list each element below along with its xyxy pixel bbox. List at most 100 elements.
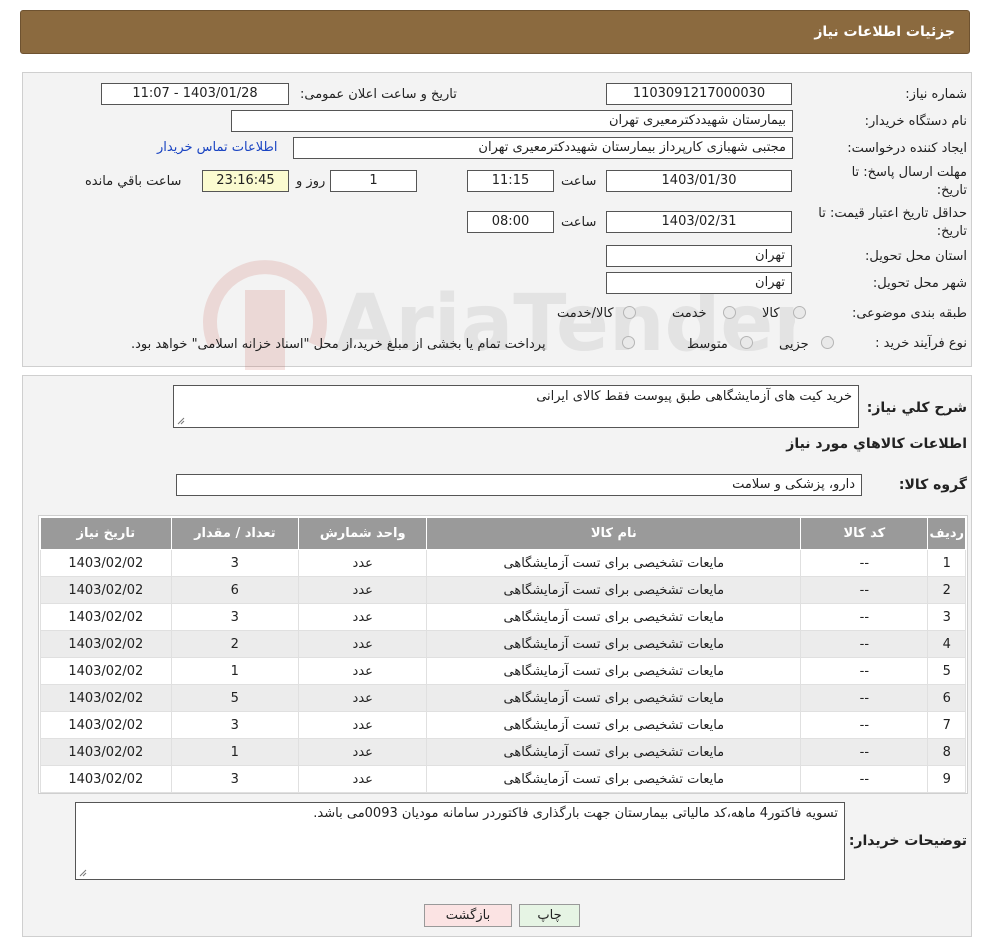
cell-item-name: مایعات تشخیصی برای تست آزمایشگاهی	[426, 549, 802, 577]
cell-item-code: --	[800, 711, 929, 739]
cell-quantity: 3	[170, 603, 300, 631]
items-table-header: رديف کد کالا نام کالا واحد شمارش تعداد /…	[40, 517, 966, 550]
cell-row-number: 9	[927, 765, 966, 793]
cell-need-date: 1403/02/02	[40, 738, 172, 766]
treasury-note: پرداخت تمام یا بخشی از مبلغ خرید،از محل …	[131, 337, 546, 352]
cell-item-code: --	[800, 630, 929, 658]
description-label: شرح کلي نياز:	[866, 400, 967, 416]
back-button[interactable]: بازگشت	[424, 904, 512, 927]
cell-unit: عدد	[297, 630, 428, 658]
col-unit: واحد شمارش	[297, 517, 428, 550]
cell-quantity: 3	[170, 765, 300, 793]
cell-need-date: 1403/02/02	[40, 576, 172, 604]
cell-need-date: 1403/02/02	[40, 684, 172, 712]
validity-label-line2: تاریخ:	[936, 224, 967, 239]
validity-label: حداقل تاریخ اعتبار قیمت: تا	[818, 206, 967, 221]
cell-item-name: مایعات تشخیصی برای تست آزمایشگاهی	[426, 657, 802, 685]
deadline-time-field: 11:15	[467, 170, 554, 192]
cell-item-code: --	[800, 738, 929, 766]
category-service-label: خدمت	[672, 306, 707, 321]
table-row: 8 -- مایعات تشخیصی برای تست آزمایشگاهی عدد 1…	[40, 738, 966, 766]
cell-item-name: مایعات تشخیصی برای تست آزمایشگاهی	[426, 711, 802, 739]
province-label: استان محل تحویل:	[865, 249, 967, 264]
cell-item-name: مایعات تشخیصی برای تست آزمایشگاهی	[426, 765, 802, 793]
items-table: رديف کد کالا نام کالا واحد شمارش تعداد /…	[40, 517, 966, 793]
cell-need-date: 1403/02/02	[40, 630, 172, 658]
cell-unit: عدد	[297, 711, 428, 739]
category-goods-service-label: کالا/خدمت	[557, 306, 614, 321]
cell-quantity: 3	[170, 549, 300, 577]
col-date: تاریخ نیاز	[40, 517, 172, 550]
goods-group-label: گروه کالا:	[898, 477, 967, 493]
announce-date-label: تاریخ و ساعت اعلان عمومی:	[300, 87, 457, 102]
cell-row-number: 1	[927, 549, 966, 577]
cell-item-name: مایعات تشخیصی برای تست آزمایشگاهی	[426, 630, 802, 658]
cell-item-code: --	[800, 684, 929, 712]
deadline-label-line2: تاریخ:	[936, 183, 967, 198]
cell-row-number: 5	[927, 657, 966, 685]
cell-unit: عدد	[297, 576, 428, 604]
process-label: نوع فرآیند خرید :	[875, 336, 967, 351]
cell-unit: عدد	[297, 765, 428, 793]
cell-quantity: 1	[170, 657, 300, 685]
validity-time-label: ساعت	[561, 215, 597, 230]
cell-unit: عدد	[297, 684, 428, 712]
need-number-field: 1103091217000030	[606, 83, 792, 105]
goods-info-title: اطلاعات کالاهاي مورد نياز	[786, 436, 967, 452]
city-label: شهر محل تحویل:	[872, 276, 967, 291]
buyer-notes-text: تسویه فاکتور4 ماهه،کد مالیاتی بیمارستان …	[313, 806, 838, 821]
cell-item-name: مایعات تشخیصی برای تست آزمایشگاهی	[426, 684, 802, 712]
cell-quantity: 2	[170, 630, 300, 658]
table-row: 2 -- مایعات تشخیصی برای تست آزمایشگاهی عدد 6…	[40, 576, 966, 604]
cell-row-number: 3	[927, 603, 966, 631]
col-qty: تعداد / مقدار	[170, 517, 300, 550]
category-goods-radio[interactable]	[793, 306, 806, 319]
print-button[interactable]: چاپ	[519, 904, 580, 927]
need-number-label: شماره نیاز:	[905, 87, 967, 102]
table-row: 3 -- مایعات تشخیصی برای تست آزمایشگاهی عدد 3…	[40, 603, 966, 631]
treasury-note-radio[interactable]	[622, 336, 635, 349]
cell-item-code: --	[800, 576, 929, 604]
process-medium-label: متوسط	[687, 337, 728, 352]
cell-unit: عدد	[297, 603, 428, 631]
table-row: 9 -- مایعات تشخیصی برای تست آزمایشگاهی عدد 3…	[40, 765, 966, 793]
cell-unit: عدد	[297, 738, 428, 766]
category-label: طبقه بندی موضوعی:	[851, 306, 967, 321]
process-medium-radio[interactable]	[740, 336, 753, 349]
description-field: خرید کیت های آزمایشگاهی طبق پیوست فقط کا…	[173, 385, 859, 428]
buyer-notes-field: تسویه فاکتور4 ماهه،کد مالیاتی بیمارستان …	[75, 802, 845, 880]
table-row: 5 -- مایعات تشخیصی برای تست آزمایشگاهی عدد 1…	[40, 657, 966, 685]
category-service-radio[interactable]	[723, 306, 736, 319]
creator-field: مجتبی شهبازی کارپرداز بیمارستان شهیددکتر…	[293, 137, 793, 159]
resize-grip-icon[interactable]	[79, 869, 87, 877]
buyer-contact-link[interactable]: اطلاعات تماس خریدار	[157, 140, 277, 155]
cell-item-name: مایعات تشخیصی برای تست آزمایشگاهی	[426, 603, 802, 631]
announce-date-field: 1403/01/28 - 11:07	[101, 83, 289, 105]
cell-row-number: 6	[927, 684, 966, 712]
cell-need-date: 1403/02/02	[40, 549, 172, 577]
col-code: کد کالا	[800, 517, 929, 550]
cell-unit: عدد	[297, 549, 428, 577]
cell-row-number: 2	[927, 576, 966, 604]
time-remaining-field: 23:16:45	[202, 170, 289, 192]
cell-item-name: مایعات تشخیصی برای تست آزمایشگاهی	[426, 738, 802, 766]
cell-need-date: 1403/02/02	[40, 603, 172, 631]
deadline-time-label: ساعت	[561, 174, 597, 189]
cell-quantity: 1	[170, 738, 300, 766]
cell-unit: عدد	[297, 657, 428, 685]
col-name: نام کالا	[426, 517, 802, 550]
table-row: 7 -- مایعات تشخیصی برای تست آزمایشگاهی عدد 3…	[40, 711, 966, 739]
cell-row-number: 4	[927, 630, 966, 658]
cell-quantity: 6	[170, 576, 300, 604]
table-row: 1 -- مایعات تشخیصی برای تست آزمایشگاهی عدد 3…	[40, 549, 966, 577]
buyer-org-field: بیمارستان شهیددکترمعیری تهران	[231, 110, 793, 132]
deadline-label: مهلت ارسال پاسخ: تا	[851, 165, 967, 180]
category-goods-service-radio[interactable]	[623, 306, 636, 319]
table-row: 4 -- مایعات تشخیصی برای تست آزمایشگاهی عدد 2…	[40, 630, 966, 658]
page-title: جزئیات اطلاعات نیاز	[814, 24, 955, 40]
cell-need-date: 1403/02/02	[40, 711, 172, 739]
resize-grip-icon[interactable]	[177, 417, 185, 425]
buyer-notes-label: توضیحات خریدار:	[848, 833, 967, 849]
process-minor-radio[interactable]	[821, 336, 834, 349]
cell-row-number: 7	[927, 711, 966, 739]
